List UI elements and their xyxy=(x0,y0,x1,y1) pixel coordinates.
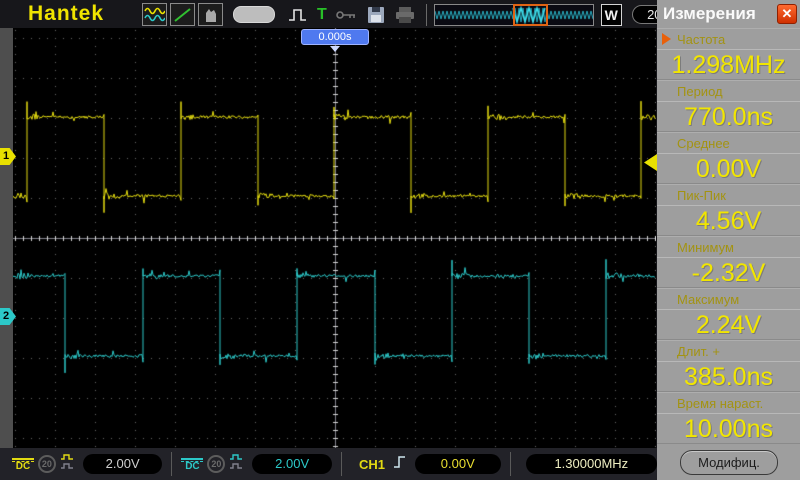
ch2-scale-readout[interactable]: 2.00V xyxy=(252,454,332,474)
measure-item-pkpk: Пик-Пик 4.56V xyxy=(657,184,800,236)
trigger-frequency-readout: 1.30000MHz xyxy=(525,454,658,474)
ramp-icon[interactable] xyxy=(170,3,195,26)
measurements-title: Измерения xyxy=(663,4,756,23)
measure-label: Время нараст. xyxy=(677,395,764,411)
waveform-preview[interactable] xyxy=(433,3,594,26)
separator xyxy=(509,452,511,476)
measure-label: Длит. + xyxy=(677,343,720,359)
hand-icon[interactable] xyxy=(198,3,223,26)
measure-item-period: Период 770.0ns xyxy=(657,80,800,132)
ch2-probe-icon[interactable] xyxy=(229,453,245,476)
ch1-scale-readout[interactable]: 2.00V xyxy=(82,454,163,474)
measure-item-frequency: Частота 1.298MHz xyxy=(657,28,800,80)
trigger-time-cursor[interactable]: 0.000s xyxy=(301,29,369,45)
measure-label: Максимум xyxy=(677,291,740,307)
measure-value: 2.24V xyxy=(657,309,800,340)
measurements-header: Измерения ✕ xyxy=(657,0,800,28)
status-bar: DC 20 2.00V DC 20 2.00V CH1 0.00V 1.3000… xyxy=(0,448,658,480)
print-icon xyxy=(391,5,419,25)
measure-value: 1.298MHz xyxy=(657,49,800,80)
scope-canvas xyxy=(13,28,656,448)
measure-label: Минимум xyxy=(677,239,734,255)
measure-value: 770.0ns xyxy=(657,101,800,132)
measure-label: Пик-Пик xyxy=(677,187,726,203)
separator xyxy=(340,452,342,476)
selected-arrow-icon xyxy=(662,33,671,45)
measure-value: 385.0ns xyxy=(657,361,800,392)
hantek-logo: Hantek xyxy=(28,2,105,25)
pulse-icon[interactable] xyxy=(285,6,311,24)
measure-item-rise-time: Время нараст. 10.00ns xyxy=(657,392,800,444)
blank-indicator xyxy=(233,6,275,23)
ch1-bandwidth-icon[interactable]: 20 xyxy=(37,455,56,473)
left-gutter xyxy=(0,28,13,448)
measure-value: 4.56V xyxy=(657,205,800,236)
zoom-window-frame[interactable] xyxy=(512,3,548,26)
toolbar-icons: T W xyxy=(142,2,698,27)
window-zoom-icon[interactable]: W xyxy=(600,3,622,26)
measure-value: 0.00V xyxy=(657,153,800,184)
measure-label: Среднее xyxy=(677,135,730,151)
trigger-t-icon[interactable]: T xyxy=(314,6,330,24)
measure-item-max: Максимум 2.24V xyxy=(657,288,800,340)
trigger-source-label[interactable]: CH1 xyxy=(359,457,385,472)
oscilloscope-screen: Hantek T W 1 2 0.000s Измерения ✕ Частот… xyxy=(0,0,800,480)
modify-button[interactable]: Модифиц. xyxy=(680,450,778,475)
measure-item-pos-width: Длит. + 385.0ns xyxy=(657,340,800,392)
ch1-probe-icon[interactable] xyxy=(60,453,76,476)
top-toolbar: Hantek T W xyxy=(0,0,698,28)
measure-value: 10.00ns xyxy=(657,413,800,444)
measure-value: -2.32V xyxy=(657,257,800,288)
close-icon[interactable]: ✕ xyxy=(777,4,797,24)
key-icon xyxy=(333,6,361,24)
ch2-coupling-icon[interactable]: DC xyxy=(181,457,204,471)
channels-icon[interactable] xyxy=(142,3,167,26)
measure-item-mean: Среднее 0.00V xyxy=(657,132,800,184)
ch1-coupling-icon[interactable]: DC xyxy=(12,457,34,471)
measure-label: Период xyxy=(677,83,723,99)
measure-item-min: Минимум -2.32V xyxy=(657,236,800,288)
measurements-panel: Измерения ✕ Частота 1.298MHz Период 770.… xyxy=(657,0,800,480)
trigger-edge-icon[interactable] xyxy=(392,453,408,476)
save-icon[interactable] xyxy=(364,5,388,24)
trigger-time-cursor-arrow xyxy=(330,46,340,52)
toolbar-separator xyxy=(425,3,427,26)
separator xyxy=(171,452,173,476)
trigger-level-readout[interactable]: 0.00V xyxy=(414,454,501,474)
measure-label: Частота xyxy=(677,31,726,47)
waveform-display xyxy=(13,28,656,448)
ch2-bandwidth-icon[interactable]: 20 xyxy=(207,455,226,473)
